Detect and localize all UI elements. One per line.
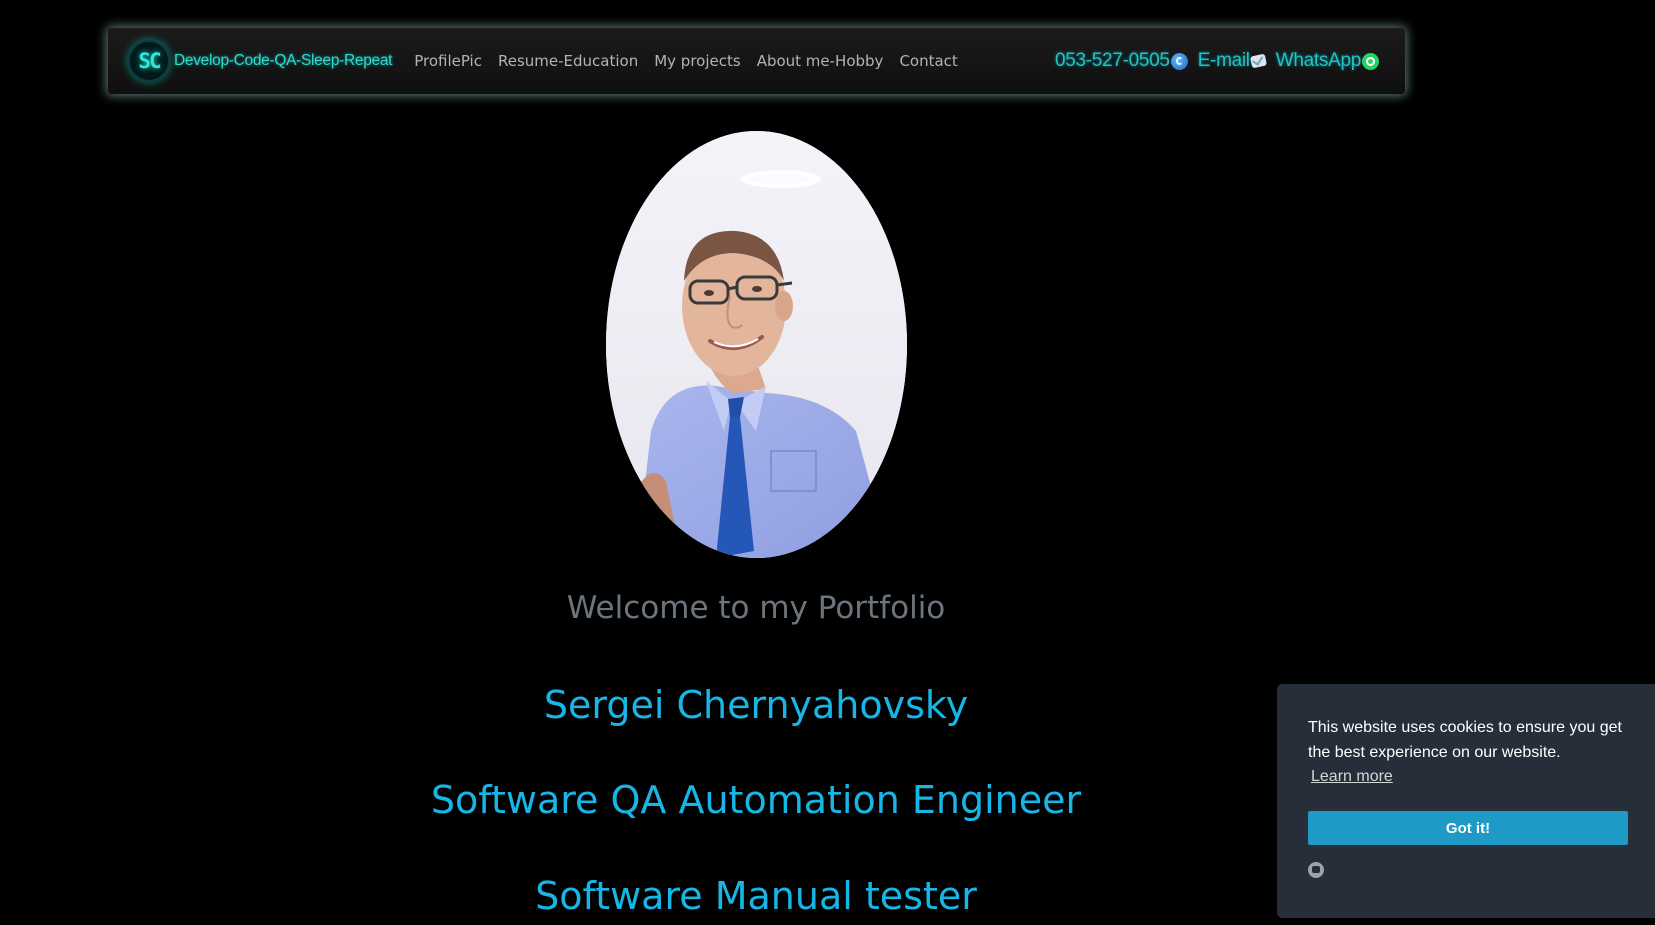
nav-link-profilepic[interactable]: ProfilePic — [414, 52, 482, 70]
nav-link-my-projects[interactable]: My projects — [654, 52, 740, 70]
whatsapp-icon — [1362, 52, 1379, 70]
whatsapp-label: WhatsApp — [1275, 50, 1362, 71]
whatsapp-link[interactable]: WhatsApp — [1276, 50, 1379, 72]
cookie-learn-more-link[interactable]: Learn more — [1311, 768, 1393, 786]
nav-links: ProfilePic Resume-Education My projects … — [414, 52, 974, 70]
contact-links: 053-527-0505 E-mail WhatsApp — [1045, 28, 1379, 94]
cookie-accept-button[interactable]: Got it! — [1308, 811, 1628, 845]
phone-icon — [1170, 52, 1188, 70]
chat-icon[interactable] — [1308, 862, 1324, 878]
logo-text: SC — [138, 49, 161, 73]
phone-link[interactable]: 053-527-0505 — [1055, 50, 1188, 72]
nav-link-resume-education[interactable]: Resume-Education — [498, 52, 638, 70]
cookie-banner: This website uses cookies to ensure you … — [1277, 684, 1655, 918]
page: SC Develop-Code-QA-Sleep-Repeat ProfileP… — [0, 0, 1655, 925]
nav-link-contact[interactable]: Contact — [899, 52, 957, 70]
brand-text: Develop-Code-QA-Sleep-Repeat — [174, 52, 393, 69]
profile-photo-illustration — [606, 131, 907, 558]
email-label: E-mail — [1197, 50, 1250, 71]
phone-number: 053-527-0505 — [1054, 50, 1170, 71]
navbar: SC Develop-Code-QA-Sleep-Repeat ProfileP… — [108, 28, 1405, 94]
welcome-heading: Welcome to my Portfolio — [566, 590, 946, 626]
cookie-message: This website uses cookies to ensure you … — [1308, 719, 1622, 761]
email-link[interactable]: E-mail — [1197, 50, 1267, 72]
nav-link-about-me-hobby[interactable]: About me-Hobby — [757, 52, 884, 70]
brand-link[interactable]: SC Develop-Code-QA-Sleep-Repeat — [128, 40, 393, 82]
profile-picture — [606, 131, 907, 558]
logo-icon: SC — [128, 40, 170, 82]
mail-icon — [1249, 53, 1267, 69]
